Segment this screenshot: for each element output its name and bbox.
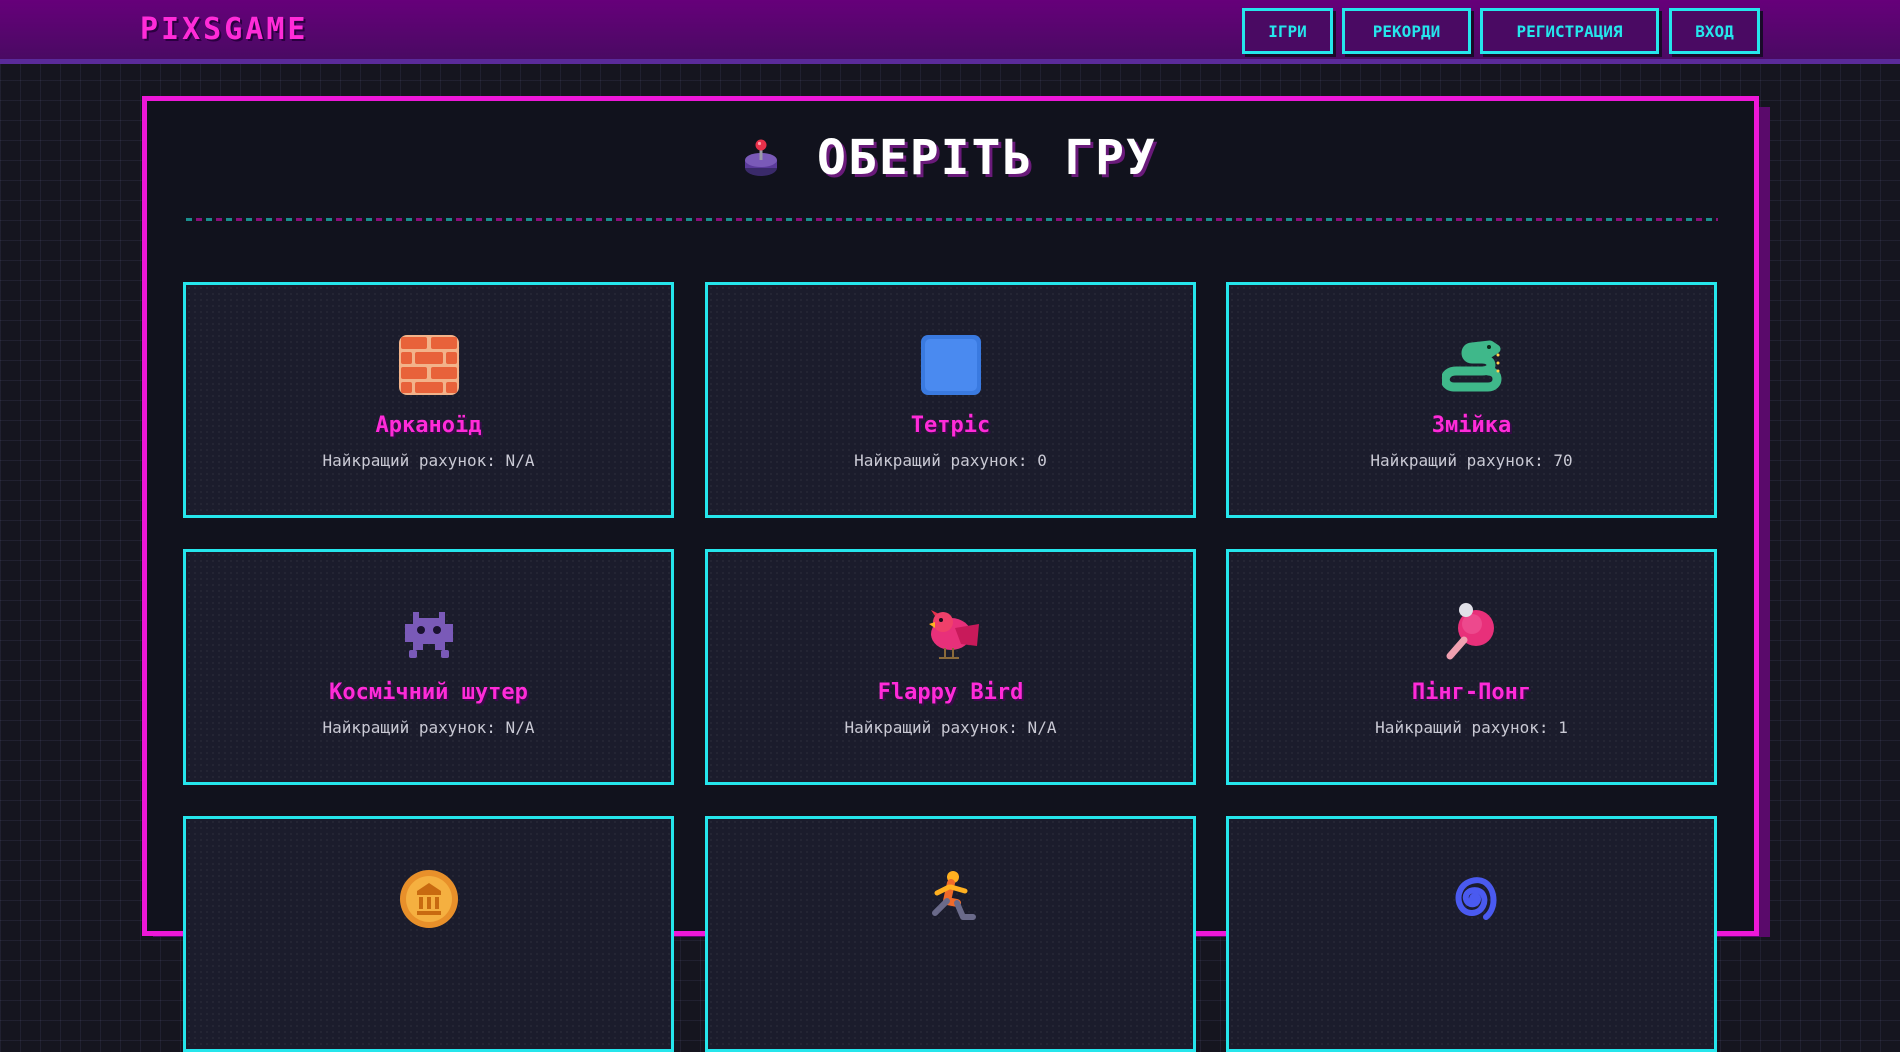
game-card-arkanoid[interactable]: Арканоїд Найкращий рахунок: N/A [183,282,674,518]
game-title: Тетріс [910,413,991,438]
bird-icon [921,602,981,662]
game-card-spiral[interactable] [1226,816,1717,1052]
title-divider [186,218,1718,221]
best-score: Найкращий рахунок: N/A [322,451,535,470]
coin-icon [399,869,459,929]
game-card-snake[interactable]: Змійка Найкращий рахунок: 70 [1226,282,1717,518]
joystick-icon [743,138,779,178]
best-score: Найкращий рахунок: N/A [322,718,535,737]
game-card-runner[interactable] [705,816,1196,1052]
blue-square-icon [920,335,981,395]
site-logo[interactable]: PIXSGAME [140,12,309,47]
page-title: ОБЕРІТЬ ГРУ [817,130,1157,186]
top-navbar: PIXSGAME ІГРИ РЕКОРДИ РЕГИСТРАЦИЯ ВХОД [0,0,1900,64]
nav-login-button[interactable]: ВХОД [1669,8,1760,54]
game-title: Flappy Bird [877,680,1024,705]
ping-pong-icon [1442,602,1502,662]
game-card-ping-pong[interactable]: Пінг-Понг Найкращий рахунок: 1 [1226,549,1717,785]
spiral-icon [1442,869,1502,929]
game-card-space-shooter[interactable]: Космічний шутер Найкращий рахунок: N/A [183,549,674,785]
nav-records-button[interactable]: РЕКОРДИ [1342,8,1471,54]
game-card-tetris[interactable]: Тетріс Найкращий рахунок: 0 [705,282,1196,518]
game-title: Змійка [1431,413,1512,438]
game-card-coin[interactable] [183,816,674,1052]
best-score: Найкращий рахунок: N/A [844,718,1057,737]
runner-icon [921,869,981,929]
page-title-row: ОБЕРІТЬ ГРУ [0,130,1900,186]
best-score: Найкращий рахунок: 0 [854,451,1047,470]
nav-games-button[interactable]: ІГРИ [1242,8,1333,54]
best-score: Найкращий рахунок: 70 [1370,451,1573,470]
nav-register-button[interactable]: РЕГИСТРАЦИЯ [1480,8,1659,54]
game-title: Арканоїд [375,413,482,438]
game-title: Космічний шутер [329,680,528,705]
game-title: Пінг-Понг [1411,680,1532,705]
brick-icon [398,335,459,395]
space-invader-icon [399,602,459,662]
snake-icon [1440,335,1502,395]
game-card-flappy-bird[interactable]: Flappy Bird Найкращий рахунок: N/A [705,549,1196,785]
best-score: Найкращий рахунок: 1 [1375,718,1568,737]
